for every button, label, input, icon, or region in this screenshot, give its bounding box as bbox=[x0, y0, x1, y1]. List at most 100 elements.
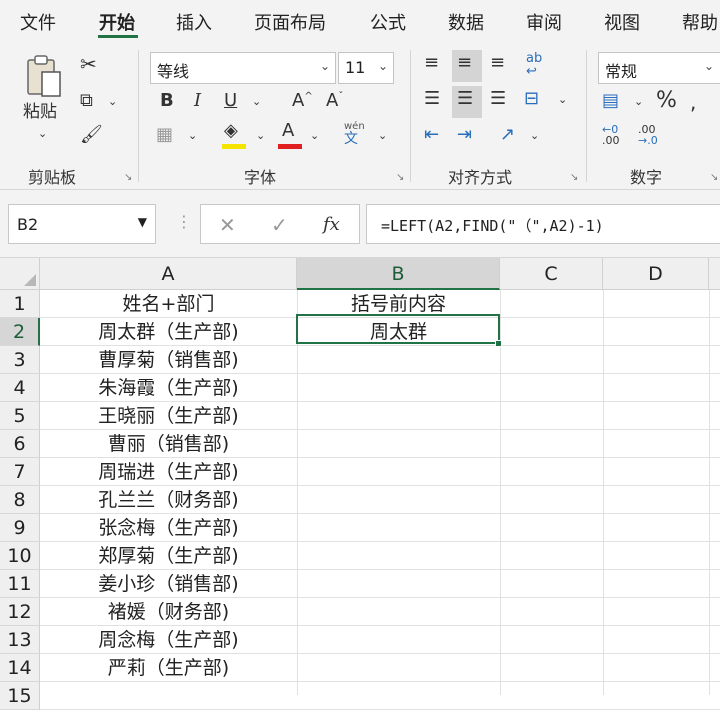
more-options-icon[interactable]: ⋮ bbox=[176, 212, 192, 231]
decrease-decimal-icon[interactable]: .00 →.0 bbox=[638, 124, 658, 146]
tab-file[interactable]: 文件 bbox=[20, 9, 56, 35]
accounting-format-icon[interactable]: ▤ bbox=[602, 92, 619, 110]
copy-icon[interactable]: ⧉ bbox=[80, 92, 93, 110]
top-align-icon[interactable]: ≡ bbox=[424, 54, 439, 72]
insert-function-button[interactable]: fx bbox=[323, 214, 340, 235]
cell-a5[interactable]: 王晓丽（生产部) bbox=[40, 402, 297, 430]
cell-a9[interactable]: 张念梅（生产部) bbox=[40, 514, 297, 542]
tab-page-layout[interactable]: 页面布局 bbox=[254, 9, 326, 35]
row-header[interactable]: 1 bbox=[0, 290, 40, 318]
italic-button[interactable]: I bbox=[194, 92, 201, 110]
cell-b3[interactable] bbox=[297, 346, 500, 374]
cell-a1[interactable]: 姓名+部门 bbox=[40, 290, 297, 318]
font-launcher-icon[interactable]: ↘ bbox=[396, 172, 404, 183]
row-header[interactable]: 13 bbox=[0, 626, 40, 654]
column-header-a[interactable]: A bbox=[40, 258, 297, 290]
phonetic-dropdown-icon[interactable]: ⌄ bbox=[378, 130, 387, 141]
increase-indent-icon[interactable]: ⇥ bbox=[457, 126, 472, 144]
row-header[interactable]: 10 bbox=[0, 542, 40, 570]
row-header[interactable]: 8 bbox=[0, 486, 40, 514]
cell-b8[interactable] bbox=[297, 486, 500, 514]
row-header[interactable]: 12 bbox=[0, 598, 40, 626]
column-header-b[interactable]: B bbox=[297, 258, 500, 290]
cell-b9[interactable] bbox=[297, 514, 500, 542]
row-header[interactable]: 2 bbox=[0, 318, 40, 346]
tab-insert[interactable]: 插入 bbox=[176, 9, 212, 35]
row-header[interactable]: 9 bbox=[0, 514, 40, 542]
tab-review[interactable]: 审阅 bbox=[526, 9, 562, 35]
column-header-c[interactable]: C bbox=[500, 258, 603, 290]
cell-b14[interactable] bbox=[297, 654, 500, 682]
decrease-indent-icon[interactable]: ⇤ bbox=[424, 126, 439, 144]
row-header[interactable]: 14 bbox=[0, 654, 40, 682]
name-box[interactable]: B2 ▼ bbox=[8, 204, 156, 244]
bottom-align-icon[interactable]: ≡ bbox=[490, 54, 505, 72]
cell-a2[interactable]: 周太群（生产部) bbox=[40, 318, 297, 346]
underline-dropdown-icon[interactable]: ⌄ bbox=[252, 96, 261, 107]
font-color-dropdown-icon[interactable]: ⌄ bbox=[310, 130, 319, 141]
accounting-dropdown-icon[interactable]: ⌄ bbox=[634, 96, 643, 107]
number-launcher-icon[interactable]: ↘ bbox=[710, 172, 718, 183]
cell-b15[interactable] bbox=[297, 682, 500, 710]
shrink-font-button[interactable]: Aˇ bbox=[326, 92, 343, 110]
cell-a4[interactable]: 朱海霞（生产部) bbox=[40, 374, 297, 402]
column-header-e[interactable] bbox=[709, 258, 720, 290]
cell-b10[interactable] bbox=[297, 542, 500, 570]
percent-style-button[interactable]: % bbox=[656, 90, 677, 112]
tab-view[interactable]: 视图 bbox=[604, 9, 640, 35]
alignment-launcher-icon[interactable]: ↘ bbox=[570, 172, 578, 183]
cell-b12[interactable] bbox=[297, 598, 500, 626]
cell-a13[interactable]: 周念梅（生产部) bbox=[40, 626, 297, 654]
row-header[interactable]: 7 bbox=[0, 458, 40, 486]
clipboard-launcher-icon[interactable]: ↘ bbox=[124, 172, 132, 183]
paste-dropdown-icon[interactable]: ⌄ bbox=[38, 128, 47, 139]
cell-b7[interactable] bbox=[297, 458, 500, 486]
bold-button[interactable]: B bbox=[160, 92, 174, 110]
tab-help[interactable]: 帮助 bbox=[682, 9, 718, 35]
number-format-select[interactable]: 常规 ⌄ bbox=[598, 52, 720, 84]
paste-icon[interactable] bbox=[22, 54, 64, 102]
underline-button[interactable]: U bbox=[224, 92, 237, 110]
cell-a3[interactable]: 曹厚菊（销售部) bbox=[40, 346, 297, 374]
row-header[interactable]: 4 bbox=[0, 374, 40, 402]
right-align-icon[interactable]: ☰ bbox=[490, 90, 506, 108]
tab-data[interactable]: 数据 bbox=[448, 9, 484, 35]
merge-center-icon[interactable]: ⊟ bbox=[524, 90, 539, 108]
cell-a6[interactable]: 曹丽（销售部) bbox=[40, 430, 297, 458]
border-icon[interactable]: ▦ bbox=[156, 126, 173, 144]
row-header[interactable]: 5 bbox=[0, 402, 40, 430]
cut-icon[interactable]: ✂ bbox=[80, 54, 97, 74]
grow-font-button[interactable]: A^ bbox=[292, 92, 313, 110]
phonetic-icon[interactable]: wén 文 bbox=[344, 122, 365, 147]
cell-a11[interactable]: 姜小珍（销售部) bbox=[40, 570, 297, 598]
cell-a14[interactable]: 严莉（生产部) bbox=[40, 654, 297, 682]
paste-button[interactable]: 粘贴 bbox=[23, 104, 57, 121]
fill-color-icon[interactable]: ◈ bbox=[224, 122, 238, 140]
cell-b4[interactable] bbox=[297, 374, 500, 402]
format-painter-icon[interactable]: 🖌 bbox=[80, 126, 103, 144]
fill-handle[interactable] bbox=[495, 340, 502, 347]
row-header[interactable]: 6 bbox=[0, 430, 40, 458]
middle-align-icon[interactable]: ≡ bbox=[457, 54, 472, 72]
cell-a15[interactable] bbox=[40, 682, 297, 710]
center-align-icon[interactable]: ☰ bbox=[457, 90, 473, 108]
row-header[interactable]: 15 bbox=[0, 682, 40, 710]
font-size-select[interactable]: 11 ⌄ bbox=[338, 52, 394, 84]
cell-b5[interactable] bbox=[297, 402, 500, 430]
cell-a12[interactable]: 褚媛（财务部) bbox=[40, 598, 297, 626]
row-header[interactable]: 11 bbox=[0, 570, 40, 598]
tab-formulas[interactable]: 公式 bbox=[370, 9, 406, 35]
enter-icon[interactable]: ✓ bbox=[271, 213, 288, 237]
border-dropdown-icon[interactable]: ⌄ bbox=[188, 130, 197, 141]
cell-a8[interactable]: 孔兰兰（财务部) bbox=[40, 486, 297, 514]
font-color-button[interactable]: A bbox=[282, 122, 294, 140]
wrap-text-icon[interactable]: ab ↩ bbox=[526, 52, 542, 78]
tab-home[interactable]: 开始 bbox=[99, 9, 135, 35]
cancel-icon[interactable]: ✕ bbox=[219, 213, 236, 237]
select-all-corner[interactable] bbox=[0, 258, 40, 290]
increase-decimal-icon[interactable]: ←0.00 bbox=[602, 124, 620, 146]
cell-b13[interactable] bbox=[297, 626, 500, 654]
left-align-icon[interactable]: ☰ bbox=[424, 90, 440, 108]
formula-input[interactable]: =LEFT(A2,FIND("（",A2)-1) bbox=[366, 204, 720, 244]
cell-b11[interactable] bbox=[297, 570, 500, 598]
